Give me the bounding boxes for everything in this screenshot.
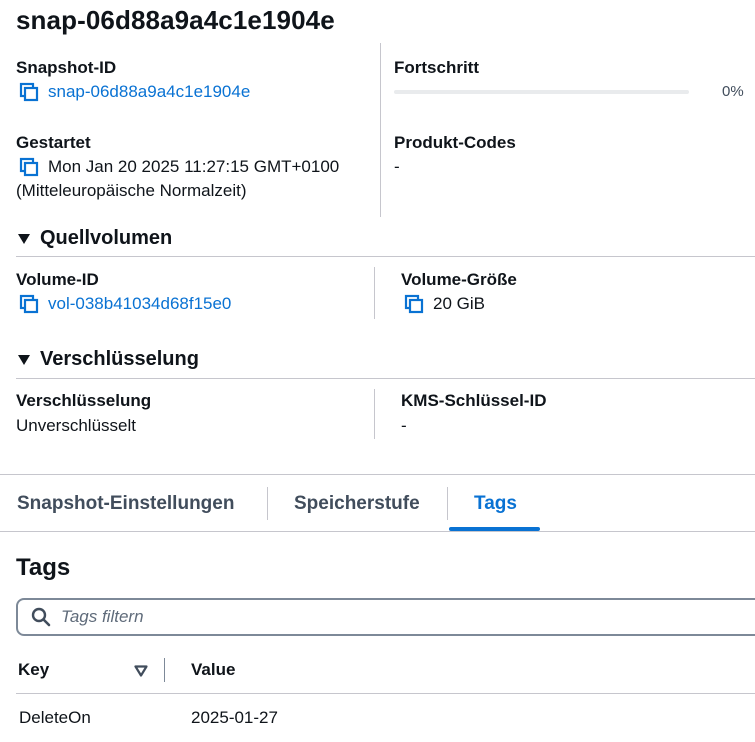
- tags-filter-input[interactable]: [59, 606, 713, 628]
- table-row: DeleteOn 2025-01-27: [16, 694, 755, 742]
- snapshot-id-link[interactable]: snap-06d88a9a4c1e1904e: [48, 82, 250, 102]
- progress-bar: [394, 90, 689, 94]
- column-divider: [380, 43, 381, 217]
- tab-separator: [267, 487, 268, 520]
- volume-size-label: Volume-Größe: [401, 270, 517, 289]
- volume-id-link[interactable]: vol-038b41034d68f15e0: [48, 294, 231, 314]
- encryption-label: Verschlüsselung: [16, 391, 152, 410]
- tab-separator: [447, 487, 448, 520]
- column-header-key[interactable]: Key: [18, 660, 49, 680]
- tag-key: DeleteOn: [19, 708, 91, 727]
- volume-size-row: 20 GiB: [403, 293, 485, 315]
- tab-bar: Snapshot-Einstellungen Speicherstufe Tag…: [0, 474, 755, 532]
- started-label: Gestartet: [16, 133, 91, 152]
- section-divider: [16, 378, 755, 379]
- copy-icon[interactable]: [18, 293, 40, 315]
- search-icon: [31, 607, 51, 627]
- source-volume-toggle[interactable]: Quellvolumen: [18, 227, 172, 250]
- product-codes-value: -: [394, 157, 400, 176]
- kms-key-value: -: [401, 416, 407, 435]
- product-codes-label: Produkt-Codes: [394, 133, 516, 152]
- volume-id-row: vol-038b41034d68f15e0: [18, 293, 231, 315]
- copy-icon[interactable]: [18, 156, 40, 178]
- encryption-value: Unverschlüsselt: [16, 416, 136, 435]
- progress-label: Fortschritt: [394, 58, 479, 77]
- column-resize-handle[interactable]: [164, 658, 165, 682]
- sort-down-icon[interactable]: [134, 664, 148, 682]
- tab-snapshot-settings[interactable]: Snapshot-Einstellungen: [17, 475, 234, 532]
- kms-key-label: KMS-Schlüssel-ID: [401, 391, 547, 410]
- tag-value: 2025-01-27: [191, 708, 278, 727]
- tab-storage-tier[interactable]: Speicherstufe: [294, 475, 420, 532]
- copy-icon[interactable]: [403, 293, 425, 315]
- volume-size-value: 20 GiB: [433, 294, 485, 313]
- encryption-heading: Verschlüsselung: [40, 348, 199, 370]
- progress-percent: 0%: [722, 83, 744, 100]
- source-volume-heading: Quellvolumen: [40, 227, 173, 249]
- caret-down-icon: [18, 233, 30, 244]
- column-divider: [374, 389, 375, 439]
- active-tab-indicator: [449, 527, 540, 531]
- snapshot-id-row: snap-06d88a9a4c1e1904e: [18, 81, 250, 103]
- column-divider: [374, 267, 375, 319]
- encryption-toggle[interactable]: Verschlüsselung: [18, 348, 199, 371]
- started-row: Mon Jan 20 2025 11:27:15 GMT+0100: [18, 156, 339, 178]
- started-value: Mon Jan 20 2025 11:27:15 GMT+0100: [48, 157, 340, 176]
- caret-down-icon: [18, 354, 30, 365]
- snapshot-id-label: Snapshot-ID: [16, 58, 117, 77]
- tags-heading: Tags: [16, 554, 71, 581]
- column-header-value: Value: [191, 660, 236, 679]
- tab-tags[interactable]: Tags: [474, 475, 517, 532]
- page-title: snap-06d88a9a4c1e1904e: [16, 5, 335, 35]
- section-divider: [16, 256, 755, 257]
- tags-filter: [16, 598, 755, 636]
- volume-id-label: Volume-ID: [16, 270, 99, 289]
- copy-icon[interactable]: [18, 81, 40, 103]
- started-timezone: (Mitteleuropäische Normalzeit): [16, 181, 247, 200]
